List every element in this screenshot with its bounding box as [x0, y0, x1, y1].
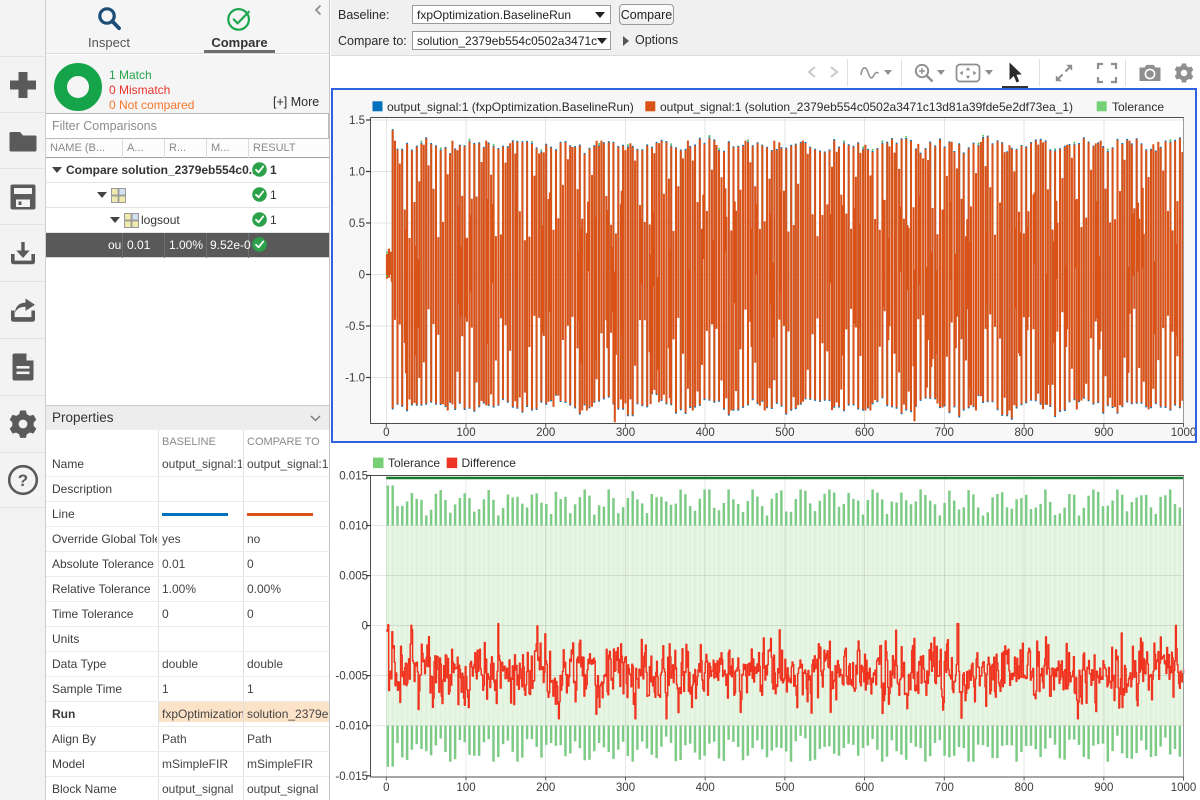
svg-text:1.5: 1.5	[349, 115, 365, 127]
svg-text:900: 900	[1094, 782, 1113, 794]
svg-text:900: 900	[1094, 427, 1113, 439]
svg-text:100: 100	[456, 427, 475, 439]
svg-text:100: 100	[456, 782, 475, 794]
svg-text:-0.005: -0.005	[335, 671, 368, 683]
svg-text:300: 300	[616, 782, 635, 794]
svg-text:300: 300	[616, 427, 635, 439]
svg-text:0.5: 0.5	[349, 218, 365, 230]
svg-text:500: 500	[775, 782, 794, 794]
svg-text:Tolerance: Tolerance	[388, 456, 440, 470]
svg-text:0: 0	[362, 621, 368, 633]
svg-text:-0.010: -0.010	[335, 721, 368, 733]
svg-text:1000: 1000	[1171, 427, 1195, 439]
svg-text:?: ?	[17, 471, 27, 490]
svg-text:output_signal:1 (fxpOptimizati: output_signal:1 (fxpOptimization.Baselin…	[387, 100, 634, 114]
svg-text:1.0: 1.0	[349, 167, 365, 179]
svg-text:Tolerance: Tolerance	[1112, 100, 1164, 114]
svg-text:0: 0	[383, 782, 389, 794]
svg-text:0.015: 0.015	[339, 471, 368, 483]
svg-text:400: 400	[696, 427, 715, 439]
svg-text:0: 0	[383, 427, 389, 439]
svg-text:600: 600	[855, 782, 874, 794]
svg-text:-0.5: -0.5	[345, 321, 365, 333]
svg-text:-0.015: -0.015	[335, 771, 368, 783]
svg-text:-1.0: -1.0	[345, 373, 365, 385]
svg-text:800: 800	[1015, 427, 1034, 439]
svg-text:output_signal:1 (solution_2379: output_signal:1 (solution_2379eb554c0502…	[660, 100, 1073, 114]
svg-text:600: 600	[855, 427, 874, 439]
svg-text:0.005: 0.005	[339, 571, 368, 583]
svg-text:400: 400	[696, 782, 715, 794]
svg-text:500: 500	[775, 427, 794, 439]
svg-text:700: 700	[935, 782, 954, 794]
svg-text:200: 200	[536, 782, 555, 794]
svg-text:800: 800	[1015, 782, 1034, 794]
svg-text:200: 200	[536, 427, 555, 439]
svg-text:0.010: 0.010	[339, 521, 368, 533]
svg-text:Difference: Difference	[462, 456, 517, 470]
svg-text:1000: 1000	[1171, 782, 1197, 794]
svg-text:0: 0	[359, 270, 365, 282]
svg-text:700: 700	[935, 427, 954, 439]
